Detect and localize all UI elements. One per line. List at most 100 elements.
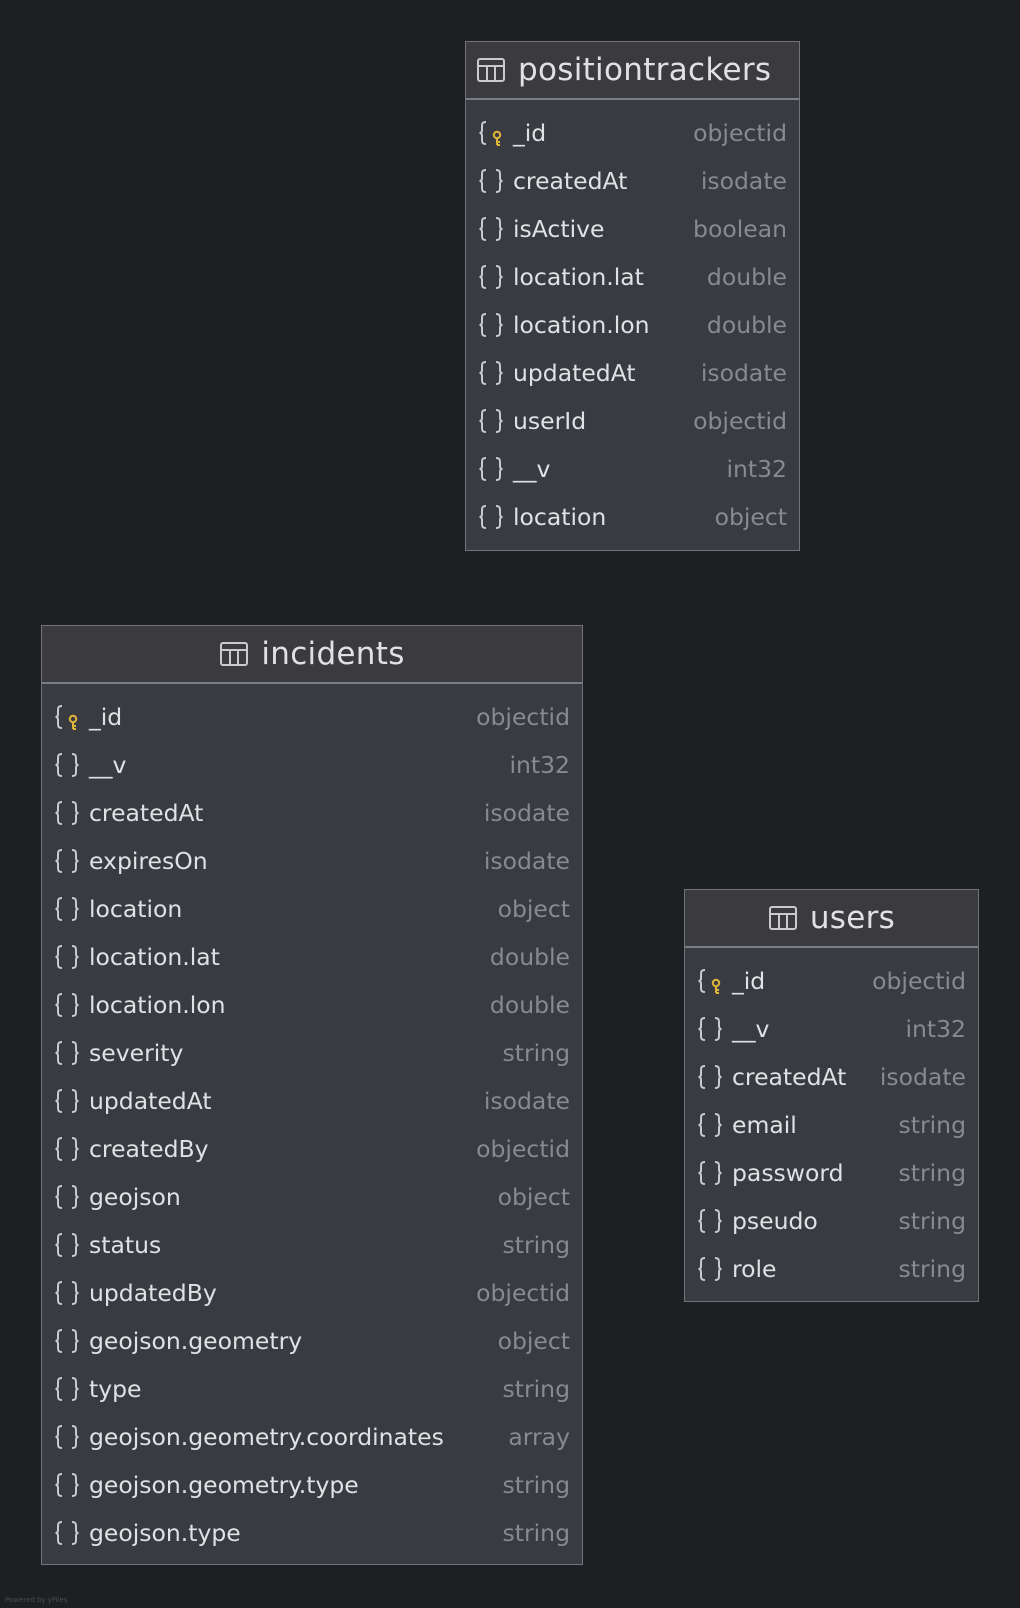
- field-type: boolean: [693, 215, 787, 243]
- field-row[interactable]: type string: [42, 1365, 582, 1413]
- table-title: incidents: [261, 636, 405, 672]
- field-type: string: [898, 1207, 966, 1235]
- field-type: string: [898, 1159, 966, 1187]
- powered-by-label: Powered by yFiles: [5, 1596, 68, 1604]
- field-row[interactable]: updatedAt isodate: [42, 1077, 582, 1125]
- field-row[interactable]: updatedAt isodate: [466, 349, 799, 397]
- field-name: expiresOn: [89, 847, 208, 875]
- field-braces-icon: [698, 1065, 722, 1089]
- field-row[interactable]: geojson.geometry.coordinates array: [42, 1413, 582, 1461]
- field-row[interactable]: location object: [42, 885, 582, 933]
- field-type: string: [502, 1039, 570, 1067]
- field-type: objectid: [872, 967, 966, 995]
- table-title: positiontrackers: [518, 52, 772, 88]
- field-name: createdAt: [513, 167, 628, 195]
- field-row[interactable]: geojson.geometry object: [42, 1317, 582, 1365]
- field-row[interactable]: location.lat double: [42, 933, 582, 981]
- field-row[interactable]: geojson object: [42, 1173, 582, 1221]
- field-row[interactable]: geojson.type string: [42, 1509, 582, 1557]
- field-row[interactable]: pseudo string: [685, 1197, 978, 1245]
- field-name: severity: [89, 1039, 184, 1067]
- field-row[interactable]: status string: [42, 1221, 582, 1269]
- field-row[interactable]: createdAt isodate: [685, 1053, 978, 1101]
- field-type: object: [714, 503, 787, 531]
- field-type: objectid: [476, 1135, 570, 1163]
- table-header: users: [685, 890, 978, 948]
- field-row[interactable]: __v int32: [685, 1005, 978, 1053]
- field-row[interactable]: geojson.geometry.type string: [42, 1461, 582, 1509]
- field-row[interactable]: _id objectid: [42, 693, 582, 741]
- field-name: geojson.geometry: [89, 1327, 303, 1355]
- field-row[interactable]: expiresOn isodate: [42, 837, 582, 885]
- field-row[interactable]: location.lat double: [466, 253, 799, 301]
- field-name: updatedAt: [513, 359, 636, 387]
- table-header: positiontrackers: [466, 42, 799, 100]
- field-name: _id: [89, 703, 123, 731]
- field-list: _id objectid createdAt isodate isActive boole…: [466, 100, 799, 541]
- field-name: password: [732, 1159, 844, 1187]
- field-name: updatedAt: [89, 1087, 212, 1115]
- field-row[interactable]: severity string: [42, 1029, 582, 1077]
- field-type: objectid: [693, 407, 787, 435]
- field-name: location.lon: [89, 991, 226, 1019]
- field-type: string: [502, 1375, 570, 1403]
- field-name: geojson.geometry.type: [89, 1471, 359, 1499]
- field-type: string: [898, 1111, 966, 1139]
- field-name: geojson: [89, 1183, 181, 1211]
- field-braces-icon: [479, 505, 503, 529]
- field-name: location: [89, 895, 183, 923]
- field-row[interactable]: password string: [685, 1149, 978, 1197]
- field-row[interactable]: location.lon double: [42, 981, 582, 1029]
- field-row[interactable]: createdBy objectid: [42, 1125, 582, 1173]
- field-braces-icon: [55, 1521, 79, 1545]
- field-braces-icon: [55, 1089, 79, 1113]
- field-name: location.lon: [513, 311, 650, 339]
- field-braces-icon: [55, 1473, 79, 1497]
- field-name: type: [89, 1375, 142, 1403]
- field-name: location.lat: [513, 263, 644, 291]
- primary-key-icon: [698, 969, 721, 994]
- table-icon: [477, 58, 505, 82]
- field-braces-icon: [698, 1113, 722, 1137]
- field-name: email: [732, 1111, 797, 1139]
- field-type: string: [502, 1471, 570, 1499]
- field-name: updatedBy: [89, 1279, 217, 1307]
- field-row[interactable]: location.lon double: [466, 301, 799, 349]
- table-positiontrackers[interactable]: positiontrackers _id objectid createdAt iso…: [465, 41, 800, 551]
- field-type: int32: [509, 751, 570, 779]
- table-users[interactable]: users _id objectid __v int32 createdAt isodat…: [684, 889, 979, 1302]
- field-braces-icon: [55, 1137, 79, 1161]
- field-row[interactable]: location object: [466, 493, 799, 541]
- table-header: incidents: [42, 626, 582, 684]
- field-row[interactable]: createdAt isodate: [466, 157, 799, 205]
- field-braces-icon: [479, 457, 503, 481]
- field-braces-icon: [479, 217, 503, 241]
- field-row[interactable]: _id objectid: [466, 109, 799, 157]
- field-braces-icon: [479, 265, 503, 289]
- field-braces-icon: [479, 313, 503, 337]
- field-name: role: [732, 1255, 777, 1283]
- field-name: status: [89, 1231, 162, 1259]
- field-type: double: [489, 991, 570, 1019]
- table-icon: [768, 906, 797, 930]
- field-row[interactable]: createdAt isodate: [42, 789, 582, 837]
- field-braces-icon: [698, 1017, 722, 1041]
- field-row[interactable]: __v int32: [42, 741, 582, 789]
- field-type: isodate: [483, 847, 570, 875]
- field-row[interactable]: email string: [685, 1101, 978, 1149]
- field-braces-icon: [55, 1041, 79, 1065]
- field-name: isActive: [513, 215, 605, 243]
- field-row[interactable]: role string: [685, 1245, 978, 1293]
- field-row[interactable]: userId objectid: [466, 397, 799, 445]
- table-incidents[interactable]: incidents _id objectid __v int32 createdAt is…: [41, 625, 583, 1565]
- field-row[interactable]: updatedBy objectid: [42, 1269, 582, 1317]
- field-braces-icon: [55, 945, 79, 969]
- field-row[interactable]: _id objectid: [685, 957, 978, 1005]
- field-row[interactable]: __v int32: [466, 445, 799, 493]
- field-name: _id: [732, 967, 766, 995]
- field-row[interactable]: isActive boolean: [466, 205, 799, 253]
- field-type: isodate: [700, 167, 787, 195]
- field-name: location.lat: [89, 943, 220, 971]
- field-name: geojson.geometry.coordinates: [89, 1423, 444, 1451]
- field-type: array: [508, 1423, 570, 1451]
